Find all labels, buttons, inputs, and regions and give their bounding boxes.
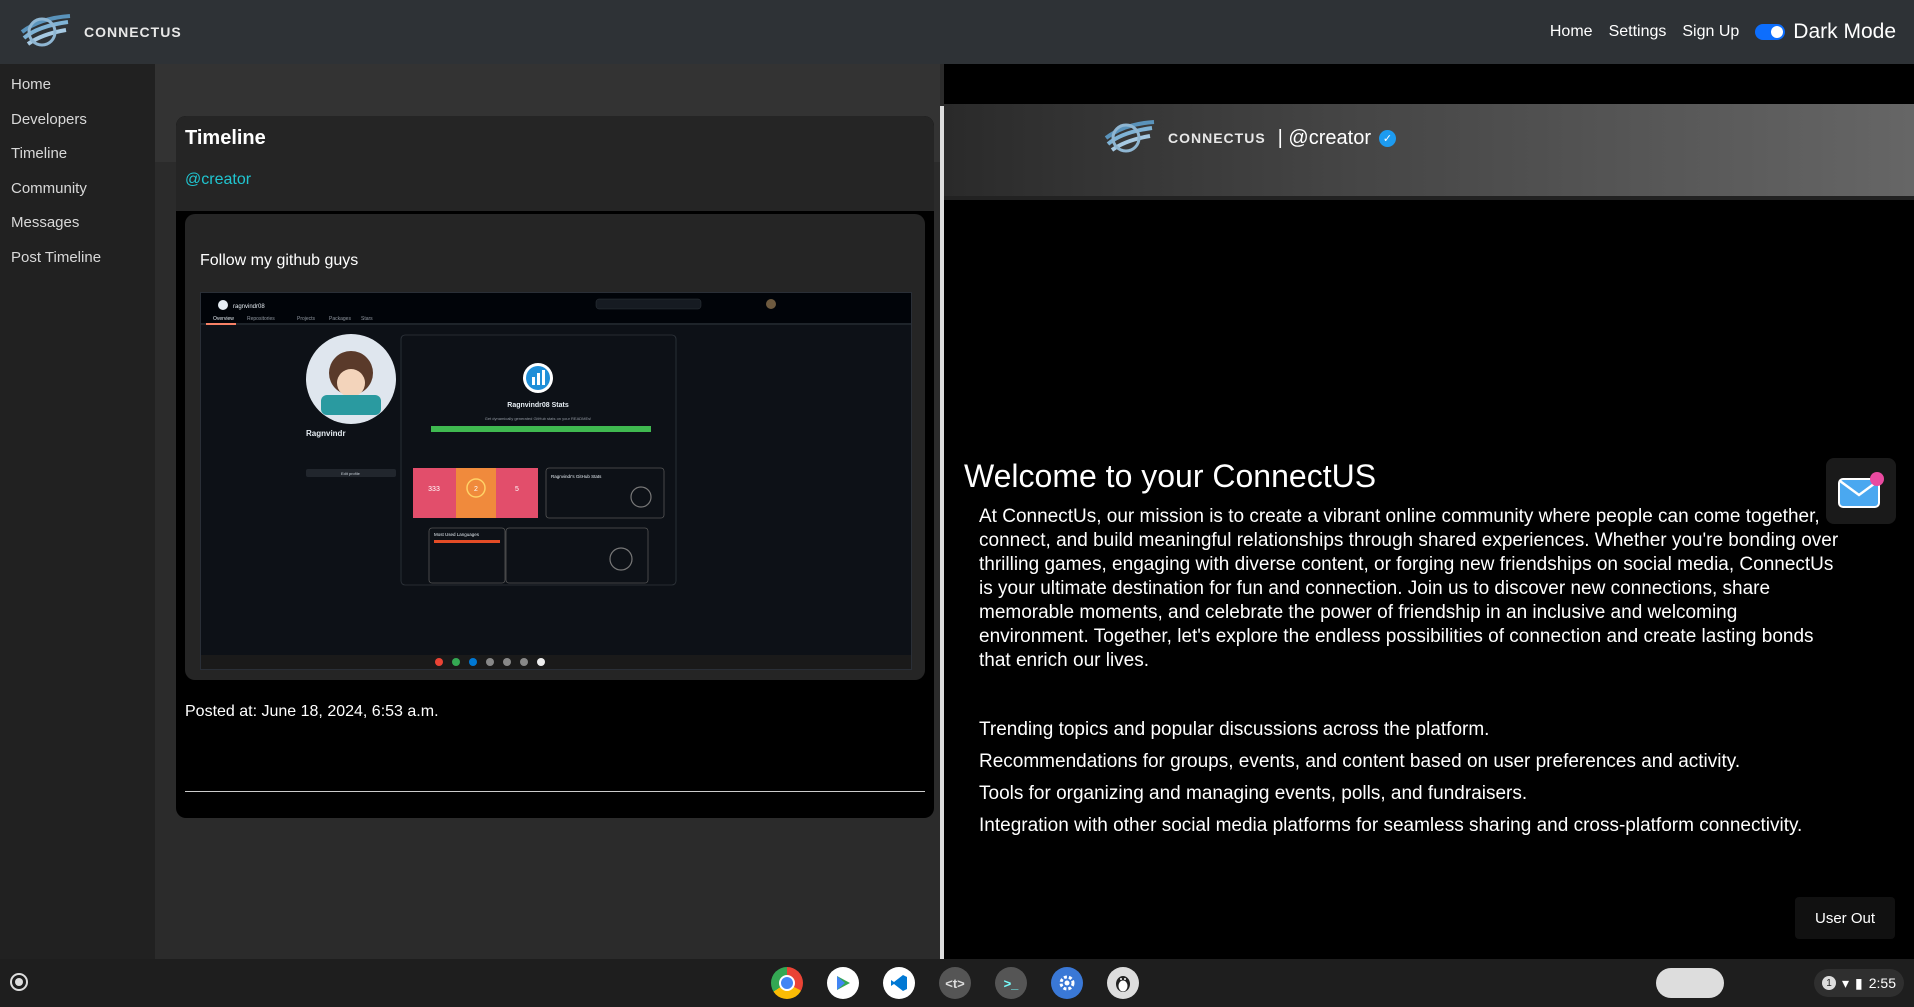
- sidebar-item-timeline[interactable]: Timeline: [0, 137, 155, 172]
- notification-count: 1: [1822, 976, 1836, 990]
- messages-float-button[interactable]: [1826, 458, 1896, 524]
- connectus-logo-icon: [20, 14, 71, 47]
- gh-username: ragnvindr08: [233, 304, 265, 310]
- sidebar-item-messages[interactable]: Messages: [0, 206, 155, 241]
- right-panel-handle: | @creator: [1277, 126, 1371, 149]
- right-panel-brand: CONNECTUS | @creator ✓: [1102, 118, 1396, 158]
- post-card: Follow my github guys ragnvindr08 Overvi…: [185, 214, 925, 680]
- text-editor-icon[interactable]: <t>: [939, 967, 971, 999]
- os-shelf: <t> >_ 1 ▾ ▮ 2:55: [0, 959, 1914, 1007]
- sidebar-item-community[interactable]: Community: [0, 172, 155, 207]
- nav-sign-up[interactable]: Sign Up: [1682, 23, 1739, 41]
- top-navbar: CONNECTUS Home Settings Sign Up Dark Mod…: [0, 0, 1914, 64]
- launcher-icon[interactable]: [10, 973, 28, 991]
- gh-longest-streak: 5: [515, 486, 519, 493]
- timeline-header: Timeline @creator: [176, 116, 934, 211]
- penguin-icon[interactable]: [1107, 967, 1139, 999]
- wifi-icon: ▾: [1842, 974, 1850, 991]
- chrome-icon[interactable]: [771, 967, 803, 999]
- post-timestamp: Posted at: June 18, 2024, 6:53 a.m.: [185, 703, 439, 720]
- feature-item: Integration with other social media plat…: [979, 815, 1803, 836]
- gh-card-title: Ragnvindr's GitHub Stats: [551, 474, 602, 479]
- gh-stats-subtitle: Get dynamically generated GitHub stats o…: [485, 416, 592, 421]
- envelope-icon: [1838, 472, 1884, 508]
- post-text: Follow my github guys: [200, 252, 359, 269]
- timeline-user-link[interactable]: @creator: [185, 171, 251, 189]
- features-list: Trending topics and popular discussions …: [979, 718, 1839, 846]
- gh-tab-repositories: Repositories: [247, 316, 275, 322]
- welcome-title: Welcome to your ConnectUS: [964, 458, 1377, 494]
- github-profile-screenshot: ragnvindr08 Overview Repositories Projec…: [201, 293, 911, 669]
- gh-current-streak: 2: [474, 486, 478, 493]
- verified-badge-icon: ✓: [1378, 129, 1396, 147]
- gh-edit-profile: Edit profile: [341, 471, 361, 476]
- post-divider: [185, 791, 925, 792]
- gh-tab-overview: Overview: [213, 316, 234, 322]
- clock: 2:55: [1868, 975, 1896, 991]
- gh-tab-packages: Packages: [329, 316, 351, 322]
- gh-tab-stars: Stars: [361, 316, 373, 322]
- tray-user-avatar[interactable]: [1656, 968, 1724, 998]
- right-panel-header: CONNECTUS | @creator ✓: [944, 104, 1914, 200]
- feature-item: Trending topics and popular discussions …: [979, 719, 1490, 740]
- battery-icon: ▮: [1855, 974, 1863, 991]
- gh-tab-projects: Projects: [297, 316, 316, 322]
- system-tray[interactable]: 1 ▾ ▮ 2:55: [1814, 969, 1904, 997]
- gh-langs-title: Most Used Languages: [434, 532, 480, 537]
- sidebar-item-developers[interactable]: Developers: [0, 103, 155, 138]
- right-panel-brand-name: CONNECTUS: [1168, 130, 1266, 146]
- user-out-button[interactable]: User Out: [1795, 897, 1895, 939]
- feature-item: Recommendations for groups, events, and …: [979, 751, 1741, 772]
- brand-logo[interactable]: CONNECTUS: [18, 12, 182, 52]
- dark-mode-toggle[interactable]: [1755, 24, 1786, 40]
- timeline-title: Timeline: [185, 127, 266, 149]
- vscode-icon[interactable]: [883, 967, 915, 999]
- settings-icon[interactable]: [1051, 967, 1083, 999]
- brand-name: CONNECTUS: [84, 24, 182, 40]
- terminal-icon[interactable]: >_: [995, 967, 1027, 999]
- connectus-logo-icon: [1104, 120, 1155, 153]
- gh-total-contrib: 333: [428, 486, 440, 493]
- feature-item: Tools for organizing and managing events…: [979, 783, 1528, 804]
- sidebar: Home Developers Timeline Community Messa…: [0, 64, 155, 959]
- gh-display-name: Ragnvindr: [306, 429, 346, 438]
- post-image[interactable]: ragnvindr08 Overview Repositories Projec…: [200, 292, 912, 670]
- timeline-card: Timeline @creator Follow my github guys …: [176, 116, 934, 818]
- dark-mode-label: Dark Mode: [1793, 20, 1896, 43]
- gh-stats-title: Ragnvindr08 Stats: [507, 402, 569, 409]
- mission-paragraph: At ConnectUs, our mission is to create a…: [979, 506, 1839, 671]
- sidebar-item-home[interactable]: Home: [0, 68, 155, 103]
- top-nav: Home Settings Sign Up Dark Mode: [1550, 20, 1896, 44]
- play-store-icon[interactable]: [827, 967, 859, 999]
- nav-home[interactable]: Home: [1550, 23, 1593, 41]
- sidebar-item-post-timeline[interactable]: Post Timeline: [0, 241, 155, 276]
- nav-settings[interactable]: Settings: [1609, 23, 1667, 41]
